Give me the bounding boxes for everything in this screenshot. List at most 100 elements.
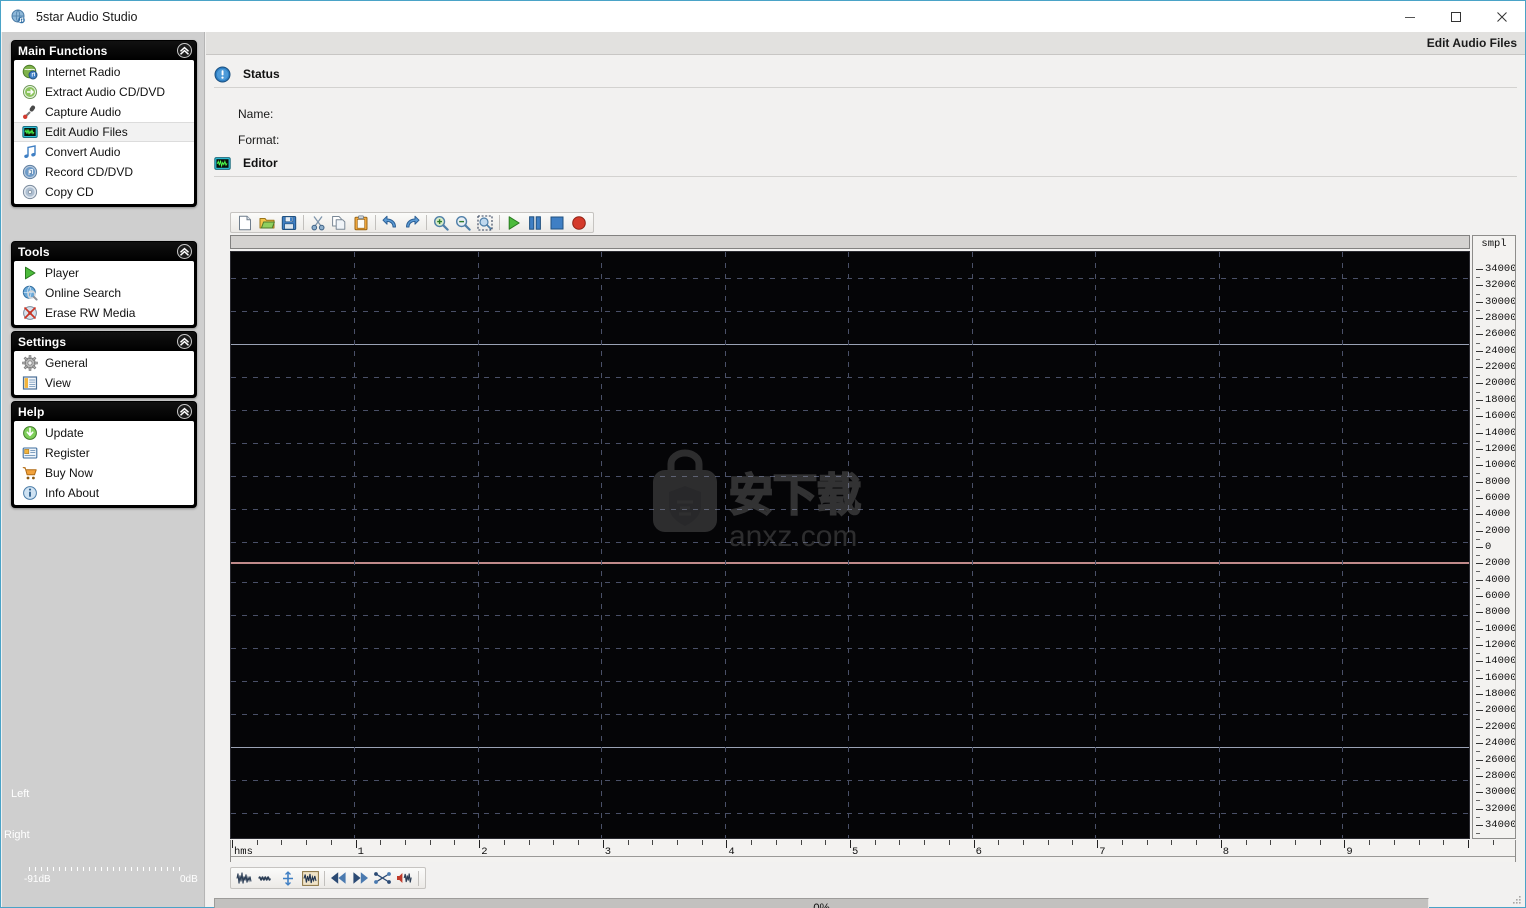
waveform-view-button[interactable] (234, 869, 256, 888)
time-tick-minor (751, 840, 753, 845)
sidebar-item-label: Extract Audio CD/DVD (45, 85, 166, 99)
toolbar-separator (324, 870, 325, 886)
app-globe-music-icon (11, 9, 27, 25)
zoom-selection-button[interactable] (474, 213, 496, 232)
paste-clipboard-button[interactable] (350, 213, 372, 232)
panel-header-settings[interactable]: Settings (12, 332, 196, 351)
toolbar-separator (426, 215, 427, 230)
sidebar-item-view[interactable]: View (14, 373, 194, 393)
play-button[interactable] (503, 213, 525, 232)
sidebar-item-copy-cd[interactable]: Copy CD (14, 182, 194, 202)
fit-vertical-button[interactable] (278, 869, 300, 888)
time-tick-minor (528, 840, 530, 845)
sidebar-item-general[interactable]: General (14, 353, 194, 373)
time-tick-minor (578, 840, 580, 845)
sidebar-item-capture-audio[interactable]: Capture Audio (14, 102, 194, 122)
amplitude-tick-label: 0 (1485, 540, 1492, 553)
save-file-button[interactable] (278, 213, 300, 232)
amplitude-tick-label: 28000 (1485, 769, 1516, 782)
panel-header-main-functions[interactable]: Main Functions (12, 41, 196, 60)
maximize-button[interactable] (1433, 1, 1479, 32)
spectrum-view-button[interactable] (256, 869, 278, 888)
zoom-in-button[interactable] (430, 213, 452, 232)
copy-button[interactable] (329, 213, 351, 232)
view-layout-icon (22, 375, 38, 391)
time-tick-minor (1443, 840, 1445, 845)
new-file-button[interactable] (234, 213, 256, 232)
minimize-button[interactable] (1387, 1, 1433, 32)
sidebar-item-info-about[interactable]: Info About (14, 483, 194, 503)
amplitude-tick-label: 12000 (1485, 639, 1516, 652)
amplitude-tick (1476, 710, 1483, 712)
amplitude-tick (1476, 546, 1483, 548)
chevron-up-icon[interactable] (177, 43, 192, 58)
chevron-up-icon[interactable] (177, 244, 192, 259)
amplitude-tick-minor (1476, 538, 1480, 540)
amplitude-tick (1476, 481, 1483, 483)
waveform-canvas[interactable]: 安下载 anxz.com (230, 251, 1470, 839)
sidebar-panel-settings: Settings General View (11, 331, 197, 398)
time-tick-major (1344, 840, 1346, 848)
time-tick-minor (1121, 840, 1123, 845)
waveform-overview-bar[interactable] (230, 235, 1470, 249)
sidebar-item-update[interactable]: Update (14, 423, 194, 443)
panel-header-tools[interactable]: Tools (12, 242, 196, 261)
panel-body-settings: General View (14, 351, 194, 395)
amplitude-tick-minor (1476, 293, 1480, 295)
sidebar-item-convert-audio[interactable]: Convert Audio (14, 142, 194, 162)
time-tick-minor (1393, 840, 1395, 845)
time-ruler-unit: hms (234, 846, 253, 858)
open-file-button[interactable] (256, 213, 278, 232)
panel-header-help[interactable]: Help (12, 402, 196, 421)
copy-disc-icon (22, 184, 38, 200)
sidebar-item-record-cd-dvd[interactable]: Record CD/DVD (14, 162, 194, 182)
undo-button[interactable] (379, 213, 401, 232)
info-icon (22, 485, 38, 501)
amplitude-tick-minor (1476, 555, 1480, 557)
amplitude-tick-minor (1476, 587, 1480, 589)
amplitude-tick (1476, 448, 1483, 450)
redo-button[interactable] (401, 213, 423, 232)
amplitude-tick-minor (1476, 407, 1480, 409)
forward-button[interactable] (350, 869, 372, 888)
amplitude-tick-minor (1476, 326, 1480, 328)
amplitude-tick (1476, 645, 1483, 647)
close-button[interactable] (1479, 1, 1525, 32)
amplitude-tick (1476, 367, 1483, 369)
cut-button[interactable] (307, 213, 329, 232)
crossfade-button[interactable] (371, 869, 393, 888)
amplitude-tick-label: 26000 (1485, 328, 1516, 341)
sidebar-item-extract-audio[interactable]: Extract Audio CD/DVD (14, 82, 194, 102)
chevron-up-icon[interactable] (177, 334, 192, 349)
time-tick-minor (652, 840, 654, 845)
sidebar-item-buy-now[interactable]: Buy Now (14, 463, 194, 483)
sidebar-item-online-search[interactable]: Online Search (14, 283, 194, 303)
amplitude-tick (1476, 661, 1483, 663)
sidebar-item-player[interactable]: Player (14, 263, 194, 283)
select-all-wave-button[interactable] (299, 869, 321, 888)
sidebar-item-erase-rw-media[interactable]: Erase RW Media (14, 303, 194, 323)
amplitude-tick-label: 26000 (1485, 753, 1516, 766)
amplitude-tick-minor (1476, 473, 1480, 475)
amplitude-tick-minor (1476, 571, 1480, 573)
name-field-row: Name: (238, 107, 1525, 121)
pause-button[interactable] (525, 213, 547, 232)
waveform-editor[interactable]: 安下载 anxz.com smpl 34000 32000 30000 28000 26… (230, 235, 1518, 868)
stop-button[interactable] (546, 213, 568, 232)
sidebar-item-register[interactable]: Register (14, 443, 194, 463)
record-button[interactable] (568, 213, 590, 232)
resize-grip[interactable] (1510, 893, 1522, 905)
sidebar-item-internet-radio[interactable]: Internet Radio (14, 62, 194, 82)
sidebar: Main Functions Internet Radio Extract Au… (2, 32, 205, 907)
zoom-out-button[interactable] (452, 213, 474, 232)
online-search-icon (22, 285, 38, 301)
volume-wave-button[interactable] (393, 869, 415, 888)
time-tick-minor (1418, 840, 1420, 845)
rewind-button[interactable] (328, 869, 350, 888)
amplitude-tick-label: 24000 (1485, 737, 1516, 750)
sidebar-item-edit-audio-files[interactable]: Edit Audio Files (14, 122, 194, 142)
amplitude-tick-label: 8000 (1485, 475, 1511, 488)
chevron-up-icon[interactable] (177, 404, 192, 419)
time-tick-major (1468, 840, 1469, 848)
time-tick-label: 2 (481, 846, 488, 858)
